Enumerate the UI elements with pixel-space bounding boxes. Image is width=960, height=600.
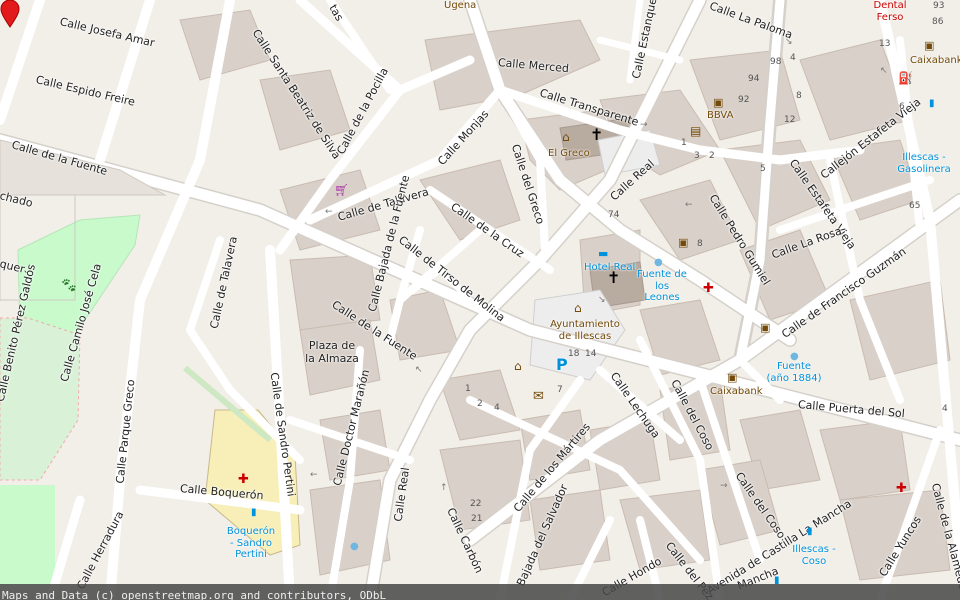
bank-icon[interactable]: ▣ bbox=[678, 237, 688, 248]
svg-text:←: ← bbox=[310, 470, 318, 480]
pharmacy-icon[interactable]: ✚ bbox=[703, 282, 714, 295]
location-pin-icon[interactable] bbox=[0, 0, 20, 28]
svg-text:→: → bbox=[720, 481, 728, 491]
park-area-sw bbox=[0, 485, 55, 585]
poi-fuente-1884[interactable]: Fuente (año 1884) bbox=[765, 361, 823, 384]
house-number: 4 bbox=[790, 53, 796, 63]
house-number: 8 bbox=[697, 239, 703, 249]
hotel-icon[interactable]: ▬ bbox=[598, 248, 608, 259]
house-number: 18 bbox=[568, 349, 580, 359]
poi-bbva[interactable]: BBVA bbox=[707, 110, 733, 122]
house-number: 13 bbox=[879, 39, 891, 49]
bank-icon[interactable]: ▣ bbox=[760, 322, 770, 333]
townhall-icon[interactable]: ⌂ bbox=[574, 302, 582, 314]
house-number: 4 bbox=[494, 403, 500, 413]
house-number: 92 bbox=[738, 95, 750, 105]
house-number: 8 bbox=[796, 91, 802, 101]
house-number: 7 bbox=[557, 385, 563, 395]
bank-icon[interactable]: ▣ bbox=[713, 97, 723, 108]
attribution-bar: Maps and Data (c) openstreetmap.org and … bbox=[0, 584, 960, 600]
poi-caixabank-c[interactable]: Caixabank bbox=[710, 386, 763, 398]
house-number: 2 bbox=[477, 399, 483, 409]
fountain-icon[interactable]: ● bbox=[350, 542, 359, 552]
house-number: 3 bbox=[694, 151, 700, 161]
map-view[interactable]: ← → ← ↖ ↑ ← → ↘ ↘ ↖ Calle Josefa Amar Ca… bbox=[0, 0, 960, 600]
hospital-icon[interactable]: ✚ bbox=[238, 473, 249, 486]
post-office-icon[interactable]: ✉ bbox=[533, 390, 544, 403]
place-label-ugena: Ugena bbox=[444, 0, 477, 11]
poi-illescas-gasolinera[interactable]: Illescas - Gasolinera bbox=[893, 152, 955, 175]
dog-park-icon[interactable]: 🐾︎ bbox=[60, 279, 78, 293]
house-number: 14 bbox=[585, 349, 597, 359]
bus-stop-icon[interactable]: ▮ bbox=[251, 508, 257, 518]
bus-stop-icon[interactable]: ▮ bbox=[929, 99, 935, 109]
attribution-text[interactable]: Maps and Data (c) openstreetmap.org and … bbox=[0, 589, 386, 600]
svg-text:→: → bbox=[640, 120, 648, 130]
parking-icon[interactable]: P bbox=[556, 355, 568, 374]
poi-dental-ferso[interactable]: Dental Ferso bbox=[870, 0, 910, 23]
church-icon[interactable]: ✝ bbox=[607, 270, 620, 286]
svg-text:↑: ↑ bbox=[440, 483, 448, 493]
pharmacy-icon[interactable]: ✚ bbox=[896, 482, 907, 495]
house-number: 22 bbox=[470, 499, 482, 509]
fountain-icon[interactable]: ● bbox=[654, 258, 663, 268]
house-number: 4 bbox=[942, 404, 948, 414]
house-number: 65 bbox=[909, 201, 921, 211]
house-number: 1 bbox=[681, 138, 687, 148]
house-number: 2 bbox=[709, 151, 715, 161]
plaza-label: Plaza de la Almaza bbox=[305, 339, 359, 365]
svg-text:↖: ↖ bbox=[415, 365, 423, 375]
poi-el-greco[interactable]: El Greco bbox=[548, 148, 590, 160]
svg-text:↘: ↘ bbox=[598, 295, 606, 305]
svg-text:↖: ↖ bbox=[880, 66, 888, 76]
house-number: 98 bbox=[770, 57, 782, 67]
church-icon[interactable]: ✝ bbox=[590, 127, 603, 143]
house-number: 21 bbox=[471, 514, 483, 524]
shop-icon[interactable]: 🛒︎ bbox=[334, 184, 349, 196]
house-number: 74 bbox=[608, 210, 620, 220]
fuel-icon[interactable]: ⛽ bbox=[898, 72, 913, 84]
house-number: 94 bbox=[748, 74, 760, 84]
poi-fuente-leones[interactable]: Fuente de los Leones bbox=[636, 269, 688, 304]
house-number: 86 bbox=[932, 17, 944, 27]
house-number: 5 bbox=[760, 164, 766, 174]
poi-boqueron-stop[interactable]: Boquerón - Sandro Pertini bbox=[225, 526, 277, 561]
museum-icon[interactable]: ⌂ bbox=[562, 131, 570, 143]
poi-ayuntamiento[interactable]: Ayuntamiento de Illescas bbox=[545, 319, 625, 342]
house-number: 6 bbox=[899, 102, 905, 112]
library-icon[interactable]: ▤ bbox=[690, 125, 701, 137]
house-number: 12 bbox=[784, 115, 796, 125]
bank-icon[interactable]: ▣ bbox=[727, 372, 737, 383]
svg-text:←: ← bbox=[325, 207, 333, 217]
poi-caixabank-ne[interactable]: Caixabank bbox=[910, 55, 960, 67]
house-number: 1 bbox=[465, 384, 471, 394]
bus-stop-icon[interactable]: ▮ bbox=[807, 527, 813, 537]
svg-text:←: ← bbox=[685, 200, 693, 210]
poi-illescas-coso[interactable]: Illescas - Coso bbox=[790, 544, 838, 567]
bank-icon[interactable]: ▣ bbox=[924, 40, 934, 51]
townhall-icon[interactable]: ⌂ bbox=[514, 360, 522, 372]
house-number: 93 bbox=[933, 1, 945, 11]
